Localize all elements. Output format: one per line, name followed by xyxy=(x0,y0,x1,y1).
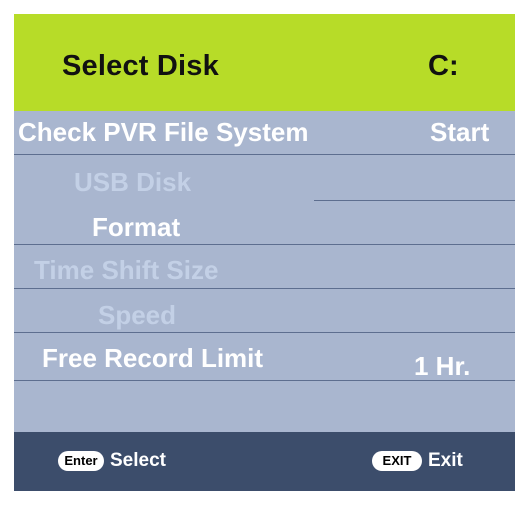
pvr-settings-menu: Select Disk C: Check PVR File System Sta… xyxy=(14,14,515,491)
menu-item-usb-disk: USB Disk xyxy=(14,155,515,201)
menu-item-free-record-limit[interactable]: Free Record Limit 1 Hr. xyxy=(14,333,515,381)
menu-item-format[interactable]: Format xyxy=(14,201,515,245)
menu-item-label: Check PVR File System xyxy=(18,117,309,147)
menu-item-label: Time Shift Size xyxy=(34,255,219,285)
select-disk-header[interactable]: Select Disk C: xyxy=(14,14,515,111)
select-disk-label: Select Disk xyxy=(62,50,219,82)
menu-item-empty xyxy=(14,381,515,432)
select-hint: Select xyxy=(110,450,166,471)
menu-item-label: USB Disk xyxy=(74,167,192,197)
enter-key-icon: Enter xyxy=(58,451,104,471)
menu-item-label: Format xyxy=(92,212,181,242)
menu-item-check-pvr-file-system[interactable]: Check PVR File System Start xyxy=(14,111,515,155)
exit-key-icon: EXIT xyxy=(372,451,422,471)
menu-item-label: Free Record Limit xyxy=(42,343,264,373)
menu-item-label: Speed xyxy=(98,300,177,330)
select-disk-value: C: xyxy=(428,50,459,82)
menu-item-value: Start xyxy=(430,117,490,147)
menu-item-time-shift-size: Time Shift Size xyxy=(14,245,515,289)
exit-hint: Exit xyxy=(428,450,463,471)
menu-item-speed: Speed xyxy=(14,289,515,333)
key-hint-bar: Enter Select EXIT Exit xyxy=(14,432,515,491)
menu-item-value: 1 Hr. xyxy=(414,351,471,381)
